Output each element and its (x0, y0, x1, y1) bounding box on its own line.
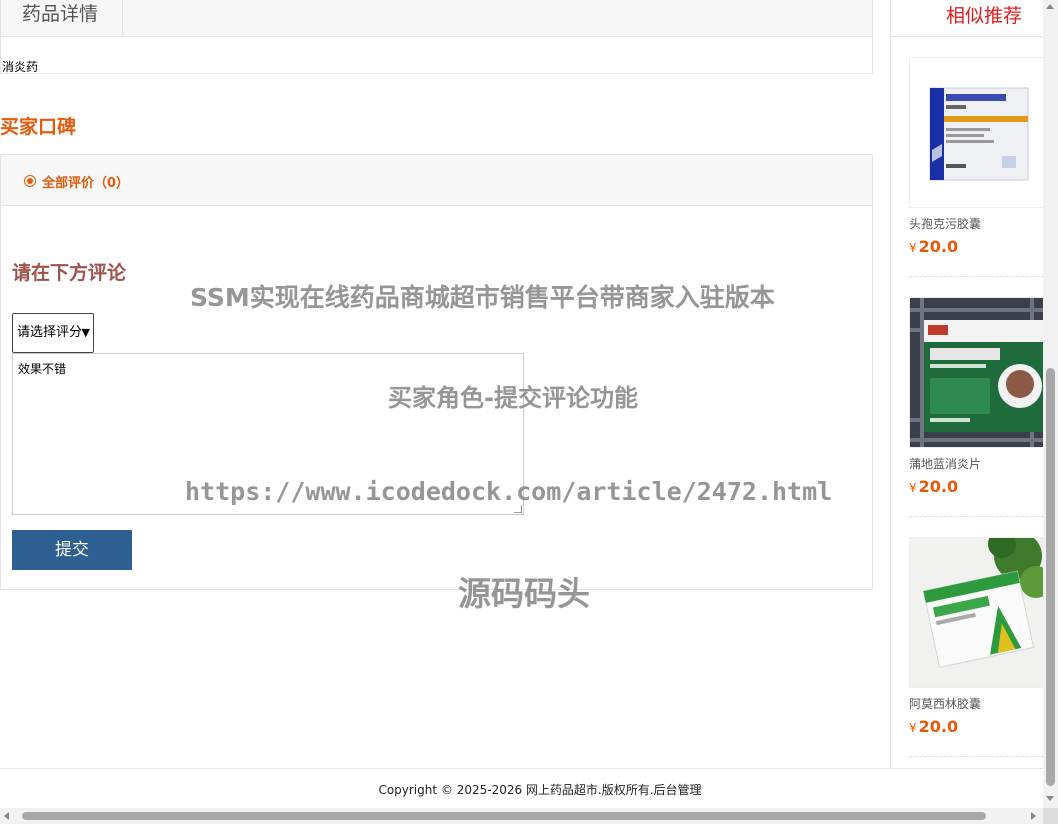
description-box: 消炎药 (0, 37, 873, 74)
reviews-panel: 全部评价（0） 请在下方评论 请选择评分 ▼ 效果不错 提交 (0, 154, 873, 590)
review-filter-bar: 全部评价（0） (1, 155, 872, 206)
product-name[interactable]: 阿莫西林胶囊 (909, 695, 981, 712)
reviews-heading: 买家口碑 (0, 116, 77, 138)
vertical-scroll-thumb[interactable] (1046, 368, 1055, 786)
product-image-cefaclor[interactable] (909, 57, 1044, 208)
vertical-scrollbar[interactable] (1043, 0, 1058, 808)
all-reviews-radio[interactable] (24, 175, 36, 187)
recommendation-item[interactable]: 蒲地蓝消炎片 ¥20.0 (909, 297, 1044, 517)
watermark-line-3: https://www.icodedock.com/article/2472.h… (185, 477, 833, 506)
page: 药品详情 消炎药 买家口碑 全部评价（0） 请在下方评论 请选择评分 ▼ 效果不… (0, 0, 1058, 824)
scroll-up-arrow-icon[interactable] (1046, 4, 1054, 9)
scroll-down-arrow-icon[interactable] (1046, 796, 1054, 801)
product-name[interactable]: 蒲地蓝消炎片 (909, 455, 981, 472)
scroll-left-arrow-icon[interactable] (4, 812, 9, 820)
watermark-line-4: 源码码头 (458, 574, 590, 613)
product-image-pudilan[interactable] (909, 297, 1044, 448)
scrollbar-corner (1043, 808, 1058, 824)
scroll-right-arrow-icon[interactable] (1031, 812, 1036, 820)
tab-drug-details[interactable]: 药品详情 (1, 0, 123, 36)
footer-copyright: Copyright © 2025-2026 网上药品超市.版权所有.后台管理 (378, 783, 702, 797)
detail-tab-bar: 药品详情 (0, 0, 873, 37)
horizontal-scroll-thumb[interactable] (22, 812, 986, 820)
watermark-line-1: SSM实现在线药品商城超市销售平台带商家入驻版本 (190, 283, 775, 312)
footer-divider (0, 768, 1043, 769)
description-text: 消炎药 (2, 60, 39, 74)
sidebar-title: 相似推荐 (946, 5, 1023, 27)
recommendation-item[interactable]: 阿莫西林胶囊 ¥20.0 (909, 537, 1044, 757)
product-image-amoxicillin[interactable] (909, 537, 1044, 688)
watermark-line-2: 买家角色-提交评论功能 (388, 384, 638, 412)
resize-grip-icon[interactable] (514, 505, 522, 513)
product-price: ¥20.0 (909, 477, 959, 496)
score-select-value: 请选择评分 (17, 325, 83, 340)
product-price: ¥20.0 (909, 717, 959, 736)
comment-heading: 请在下方评论 (12, 262, 127, 284)
all-reviews-label[interactable]: 全部评价（0） (42, 172, 129, 191)
horizontal-scrollbar[interactable] (0, 808, 1043, 824)
chevron-down-icon: ▼ (81, 326, 90, 339)
similar-recommendations-sidebar: 相似推荐 头孢克污胶囊 ¥ 20.0 蒲地蓝消炎片 ¥ 20.0 阿莫西林胶囊 … (890, 0, 1044, 768)
recommendation-item[interactable]: 头孢克污胶囊 ¥20.0 (909, 57, 1044, 277)
sidebar-header: 相似推荐 (891, 0, 1044, 37)
submit-button[interactable]: 提交 (12, 530, 132, 570)
product-price: ¥20.0 (909, 237, 959, 256)
product-name[interactable]: 头孢克污胶囊 (909, 215, 981, 232)
score-select[interactable]: 请选择评分 ▼ (12, 313, 94, 353)
comment-text: 效果不错 (18, 362, 67, 376)
